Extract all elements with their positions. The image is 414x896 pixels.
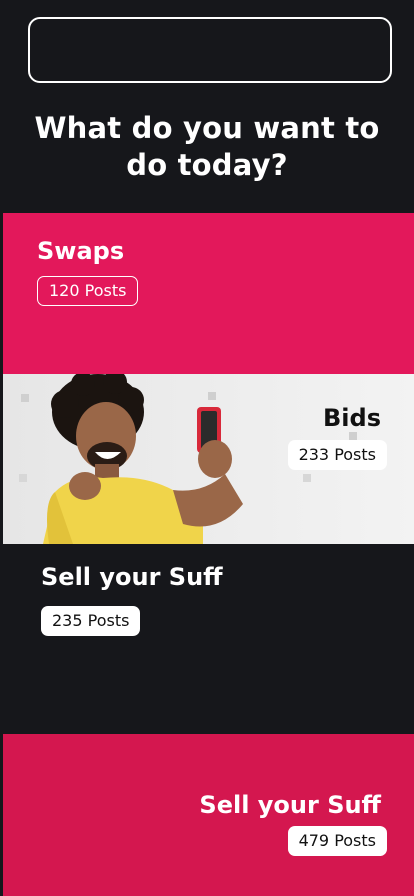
screen: What do you want to do today? Swaps 120 … (0, 0, 414, 896)
search-input[interactable] (28, 17, 392, 83)
sell-2-posts-badge: 479 Posts (287, 826, 387, 856)
headline-line-2: do today? (126, 148, 288, 182)
bids-title: Bids (323, 404, 381, 432)
sell-2-title: Sell your Suff (199, 791, 381, 819)
sell-posts-badge: 235 Posts (41, 606, 141, 636)
swaps-title: Swaps (37, 237, 125, 265)
sell-card-2[interactable]: Sell your Suff 479 Posts (3, 734, 414, 896)
page-title: What do you want to do today? (0, 110, 414, 184)
swaps-posts-badge: 120 Posts (37, 276, 139, 306)
swaps-card[interactable]: Swaps 120 Posts (3, 213, 414, 375)
bids-card[interactable]: Bids 233 Posts (3, 374, 414, 544)
bids-posts-badge: 233 Posts (287, 440, 387, 470)
sell-title: Sell your Suff (41, 563, 223, 591)
sell-card[interactable]: Sell your Suff 235 Posts (3, 545, 414, 734)
headline-line-1: What do you want to (34, 111, 380, 145)
